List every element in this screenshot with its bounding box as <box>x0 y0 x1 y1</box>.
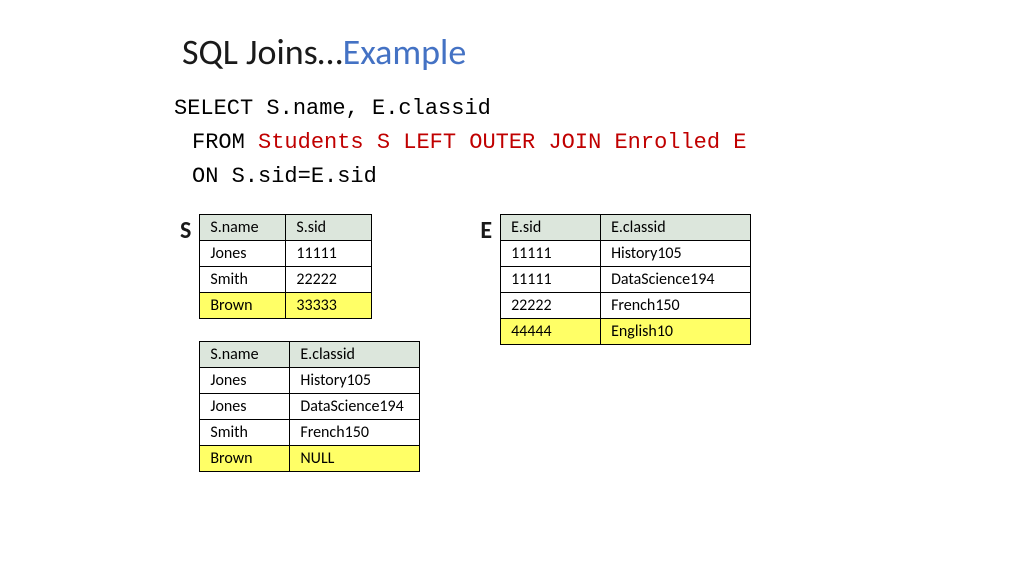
table-cell: Jones <box>200 368 290 394</box>
table-cell: Smith <box>200 267 286 293</box>
table-cell: English10 <box>601 319 751 345</box>
table-cell: 11111 <box>501 241 601 267</box>
table-header: E.sid <box>501 215 601 241</box>
table-cell: History105 <box>290 368 420 394</box>
table-row: JonesDataScience194 <box>200 394 420 420</box>
table-result: S.name E.classid JonesHistory105JonesDat… <box>199 341 420 472</box>
table-students: S.name S.sid Jones11111Smith22222Brown33… <box>199 214 372 319</box>
table-row: 22222French150 <box>501 293 751 319</box>
table-cell: DataScience194 <box>601 267 751 293</box>
table-cell: History105 <box>601 241 751 267</box>
table-row: 11111History105 <box>501 241 751 267</box>
sql-on-kw: ON <box>192 164 232 189</box>
table-e-label: E <box>480 216 492 245</box>
table-row: 11111DataScience194 <box>501 267 751 293</box>
slide-title: SQL Joins…Example <box>182 30 1024 74</box>
table-header: S.sid <box>286 215 372 241</box>
table-cell: NULL <box>290 446 420 472</box>
table-cell: DataScience194 <box>290 394 420 420</box>
sql-line-3: ON S.sid=E.sid <box>174 160 1024 194</box>
table-row: Jones11111 <box>200 241 372 267</box>
table-cell: Brown <box>200 446 290 472</box>
table-cell: Jones <box>200 241 286 267</box>
title-main: SQL Joins… <box>182 30 343 74</box>
sql-line-2: FROM Students S LEFT OUTER JOIN Enrolled… <box>174 126 1024 160</box>
sql-from-clause: Students S LEFT OUTER JOIN Enrolled E <box>258 130 746 155</box>
table-cell: French150 <box>290 420 420 446</box>
tables-area: S S.name S.sid Jones11111Smith22222Brown… <box>180 214 1024 472</box>
table-cell: 11111 <box>286 241 372 267</box>
table-cell: 33333 <box>286 293 372 319</box>
sql-on-clause: S.sid=E.sid <box>232 164 377 189</box>
sql-line-1: SELECT S.name, E.classid <box>174 92 1024 126</box>
table-cell: 11111 <box>501 267 601 293</box>
table-header: S.name <box>200 342 290 368</box>
table-header: E.classid <box>290 342 420 368</box>
table-cell: Jones <box>200 394 290 420</box>
table-header: E.classid <box>601 215 751 241</box>
table-header: S.name <box>200 215 286 241</box>
table-cell: 22222 <box>501 293 601 319</box>
sql-query: SELECT S.name, E.classid FROM Students S… <box>174 92 1024 194</box>
table-row: Smith22222 <box>200 267 372 293</box>
table-s-label: S <box>180 216 191 245</box>
table-row: 44444English10 <box>501 319 751 345</box>
table-cell: Brown <box>200 293 286 319</box>
table-row: SmithFrench150 <box>200 420 420 446</box>
title-example: Example <box>343 30 467 74</box>
table-cell: 44444 <box>501 319 601 345</box>
table-cell: French150 <box>601 293 751 319</box>
table-cell: 22222 <box>286 267 372 293</box>
table-row: BrownNULL <box>200 446 420 472</box>
table-cell: Smith <box>200 420 290 446</box>
table-row: JonesHistory105 <box>200 368 420 394</box>
table-enrolled: E.sid E.classid 11111History10511111Data… <box>500 214 751 345</box>
table-row: Brown33333 <box>200 293 372 319</box>
sql-from-kw: FROM <box>192 130 258 155</box>
